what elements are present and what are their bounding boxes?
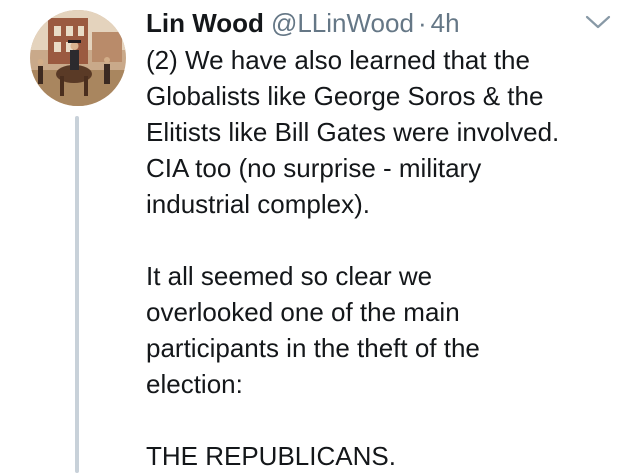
tweet-card[interactable]: Lin Wood @LLinWood · 4h (2) We have also… — [0, 0, 640, 473]
tweet-text: (2) We have also learned that the Global… — [146, 42, 626, 473]
avatar-painting-image — [30, 10, 126, 106]
text-line: CIA too (no surprise - military — [146, 153, 482, 183]
tweet-paragraph-1: (2) We have also learned that the Global… — [146, 42, 626, 222]
tweet-paragraph-3: THE REPUBLICANS. — [146, 438, 626, 473]
text-line: industrial complex). — [146, 189, 370, 219]
tweet-header: Lin Wood @LLinWood · 4h — [146, 6, 460, 40]
text-line: It all seemed so clear we — [146, 261, 433, 291]
author-name[interactable]: Lin Wood — [146, 6, 264, 40]
text-line: election: — [146, 369, 243, 399]
text-line: Globalists like George Soros & the — [146, 81, 544, 111]
avatar[interactable] — [30, 10, 126, 106]
text-line: (2) We have also learned that the — [146, 45, 530, 75]
text-line: THE REPUBLICANS. — [146, 441, 396, 471]
author-handle[interactable]: @LLinWood — [271, 6, 414, 40]
tweet-paragraph-2: It all seemed so clear we overlooked one… — [146, 258, 626, 402]
text-line: overlooked one of the main — [146, 297, 460, 327]
timestamp[interactable]: 4h — [431, 6, 460, 40]
text-line: Elitists like Bill Gates were involved. — [146, 117, 560, 147]
separator-dot: · — [417, 8, 427, 38]
chevron-down-icon[interactable] — [585, 14, 611, 30]
text-line: participants in the theft of the — [146, 333, 480, 363]
thread-connector-line — [75, 116, 79, 473]
